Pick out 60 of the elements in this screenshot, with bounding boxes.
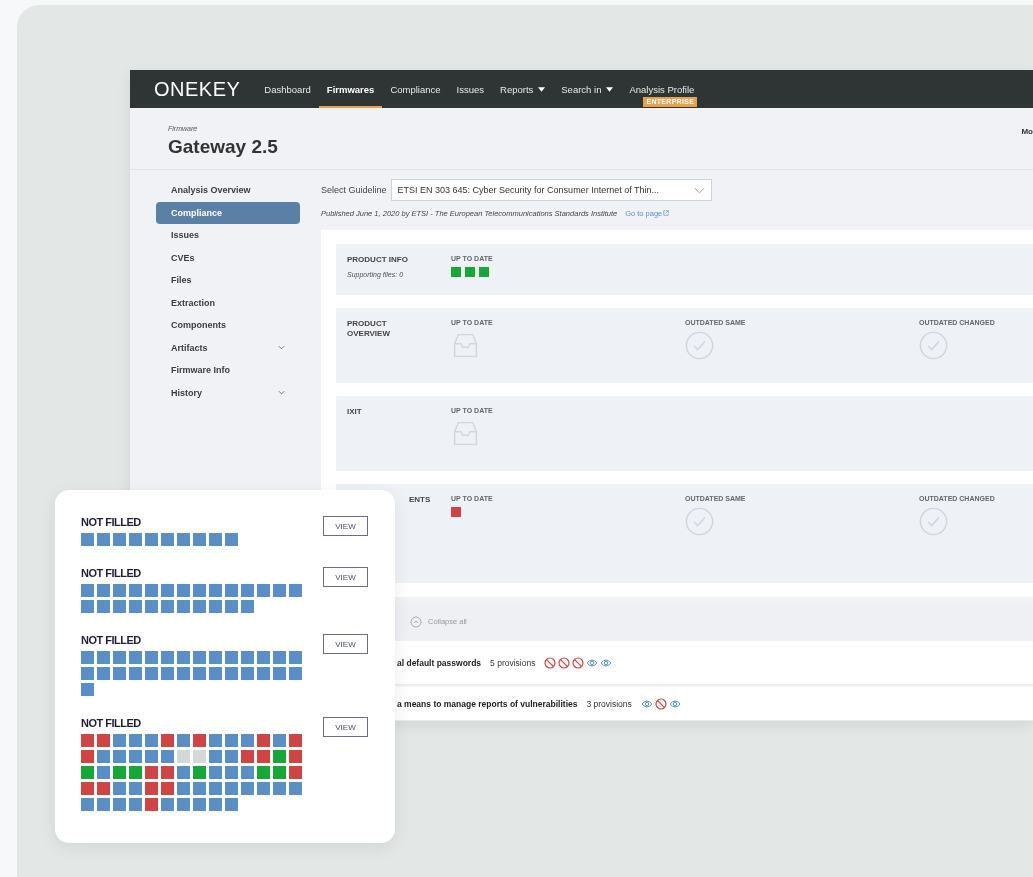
section-title: PRODUCT OVERVIEW	[347, 319, 391, 340]
guideline-select[interactable]: ETSI EN 303 645: Cyber Security for Consumer Internet of Thin...	[390, 179, 712, 201]
nav-tab[interactable]: Reports	[492, 70, 554, 108]
provision-title: a means to manage reports of vulnerabilities	[397, 698, 578, 709]
nav-tab[interactable]: Compliance	[382, 70, 449, 108]
nav-tab[interactable]: Issues	[448, 70, 492, 108]
provision-count: 3 provisions	[586, 698, 632, 709]
eye-icon	[600, 656, 613, 669]
sidebar-item[interactable]: Files	[156, 269, 300, 292]
check-circle-icon	[685, 331, 714, 360]
view-button[interactable]: VIEW	[323, 516, 368, 536]
view-button[interactable]: VIEW	[323, 717, 368, 737]
logo: ONEKEY	[154, 77, 241, 101]
section-title: ENTS	[409, 495, 432, 506]
sidebar-item[interactable]: Firmware Info	[156, 359, 300, 382]
sidebar-item[interactable]: Extraction	[156, 291, 300, 314]
caret-icon	[606, 86, 614, 92]
nav-tab[interactable]: Dashboard	[256, 70, 319, 108]
inbox-icon	[451, 331, 480, 360]
chevron-down-icon	[278, 390, 285, 396]
eye-icon	[640, 697, 653, 710]
eye-icon	[586, 656, 599, 669]
group-title: NOT FILLED	[81, 717, 142, 729]
provision-count: 5 provisions	[490, 657, 536, 668]
inbox-icon	[451, 419, 480, 448]
view-button[interactable]: VIEW	[323, 567, 368, 587]
prohibited-icon	[572, 656, 585, 669]
prohibited-icon	[558, 656, 571, 669]
sidebar-item[interactable]: History	[156, 381, 300, 404]
nav-tab[interactable]: Search in	[553, 70, 622, 108]
check-circle-icon	[919, 507, 948, 536]
view-button[interactable]: VIEW	[323, 634, 368, 654]
chevron-down-icon	[693, 186, 705, 194]
section-title: IXIT	[347, 407, 363, 418]
sidebar-item[interactable]: CVEs	[156, 246, 300, 269]
nav-tab[interactable]: Firmwares	[318, 70, 383, 108]
eye-icon	[668, 697, 681, 710]
sidebar-item[interactable]: Issues	[156, 224, 300, 247]
external-link-icon	[663, 210, 670, 216]
prohibited-icon	[544, 656, 557, 669]
group-title: NOT FILLED	[81, 567, 142, 579]
header-label: Mo	[1021, 127, 1033, 136]
sidebar-item[interactable]: Compliance	[156, 201, 300, 224]
chevron-down-icon	[278, 345, 285, 351]
check-circle-icon	[919, 331, 948, 360]
section-title: PRODUCT INFO	[347, 255, 409, 266]
field-label: Select Guideline	[321, 185, 387, 195]
provision-row[interactable]: al default passwords 5 provisions	[395, 641, 1033, 685]
caret-icon	[538, 86, 546, 92]
page-title: Gateway 2.5	[168, 136, 278, 158]
sidebar-item[interactable]: Artifacts	[156, 336, 300, 359]
provision-row[interactable]: a means to manage reports of vulnerabilities 3 provisions	[395, 687, 1033, 721]
collapse-icon	[410, 615, 422, 628]
sidebar-item[interactable]: Components	[156, 314, 300, 337]
group-title: NOT FILLED	[81, 634, 142, 646]
prohibited-icon	[654, 697, 667, 710]
group-title: NOT FILLED	[81, 516, 142, 528]
provision-title: al default passwords	[397, 657, 482, 668]
sidebar-item[interactable]: Analysis Overview	[156, 179, 300, 202]
check-circle-icon	[685, 507, 714, 536]
